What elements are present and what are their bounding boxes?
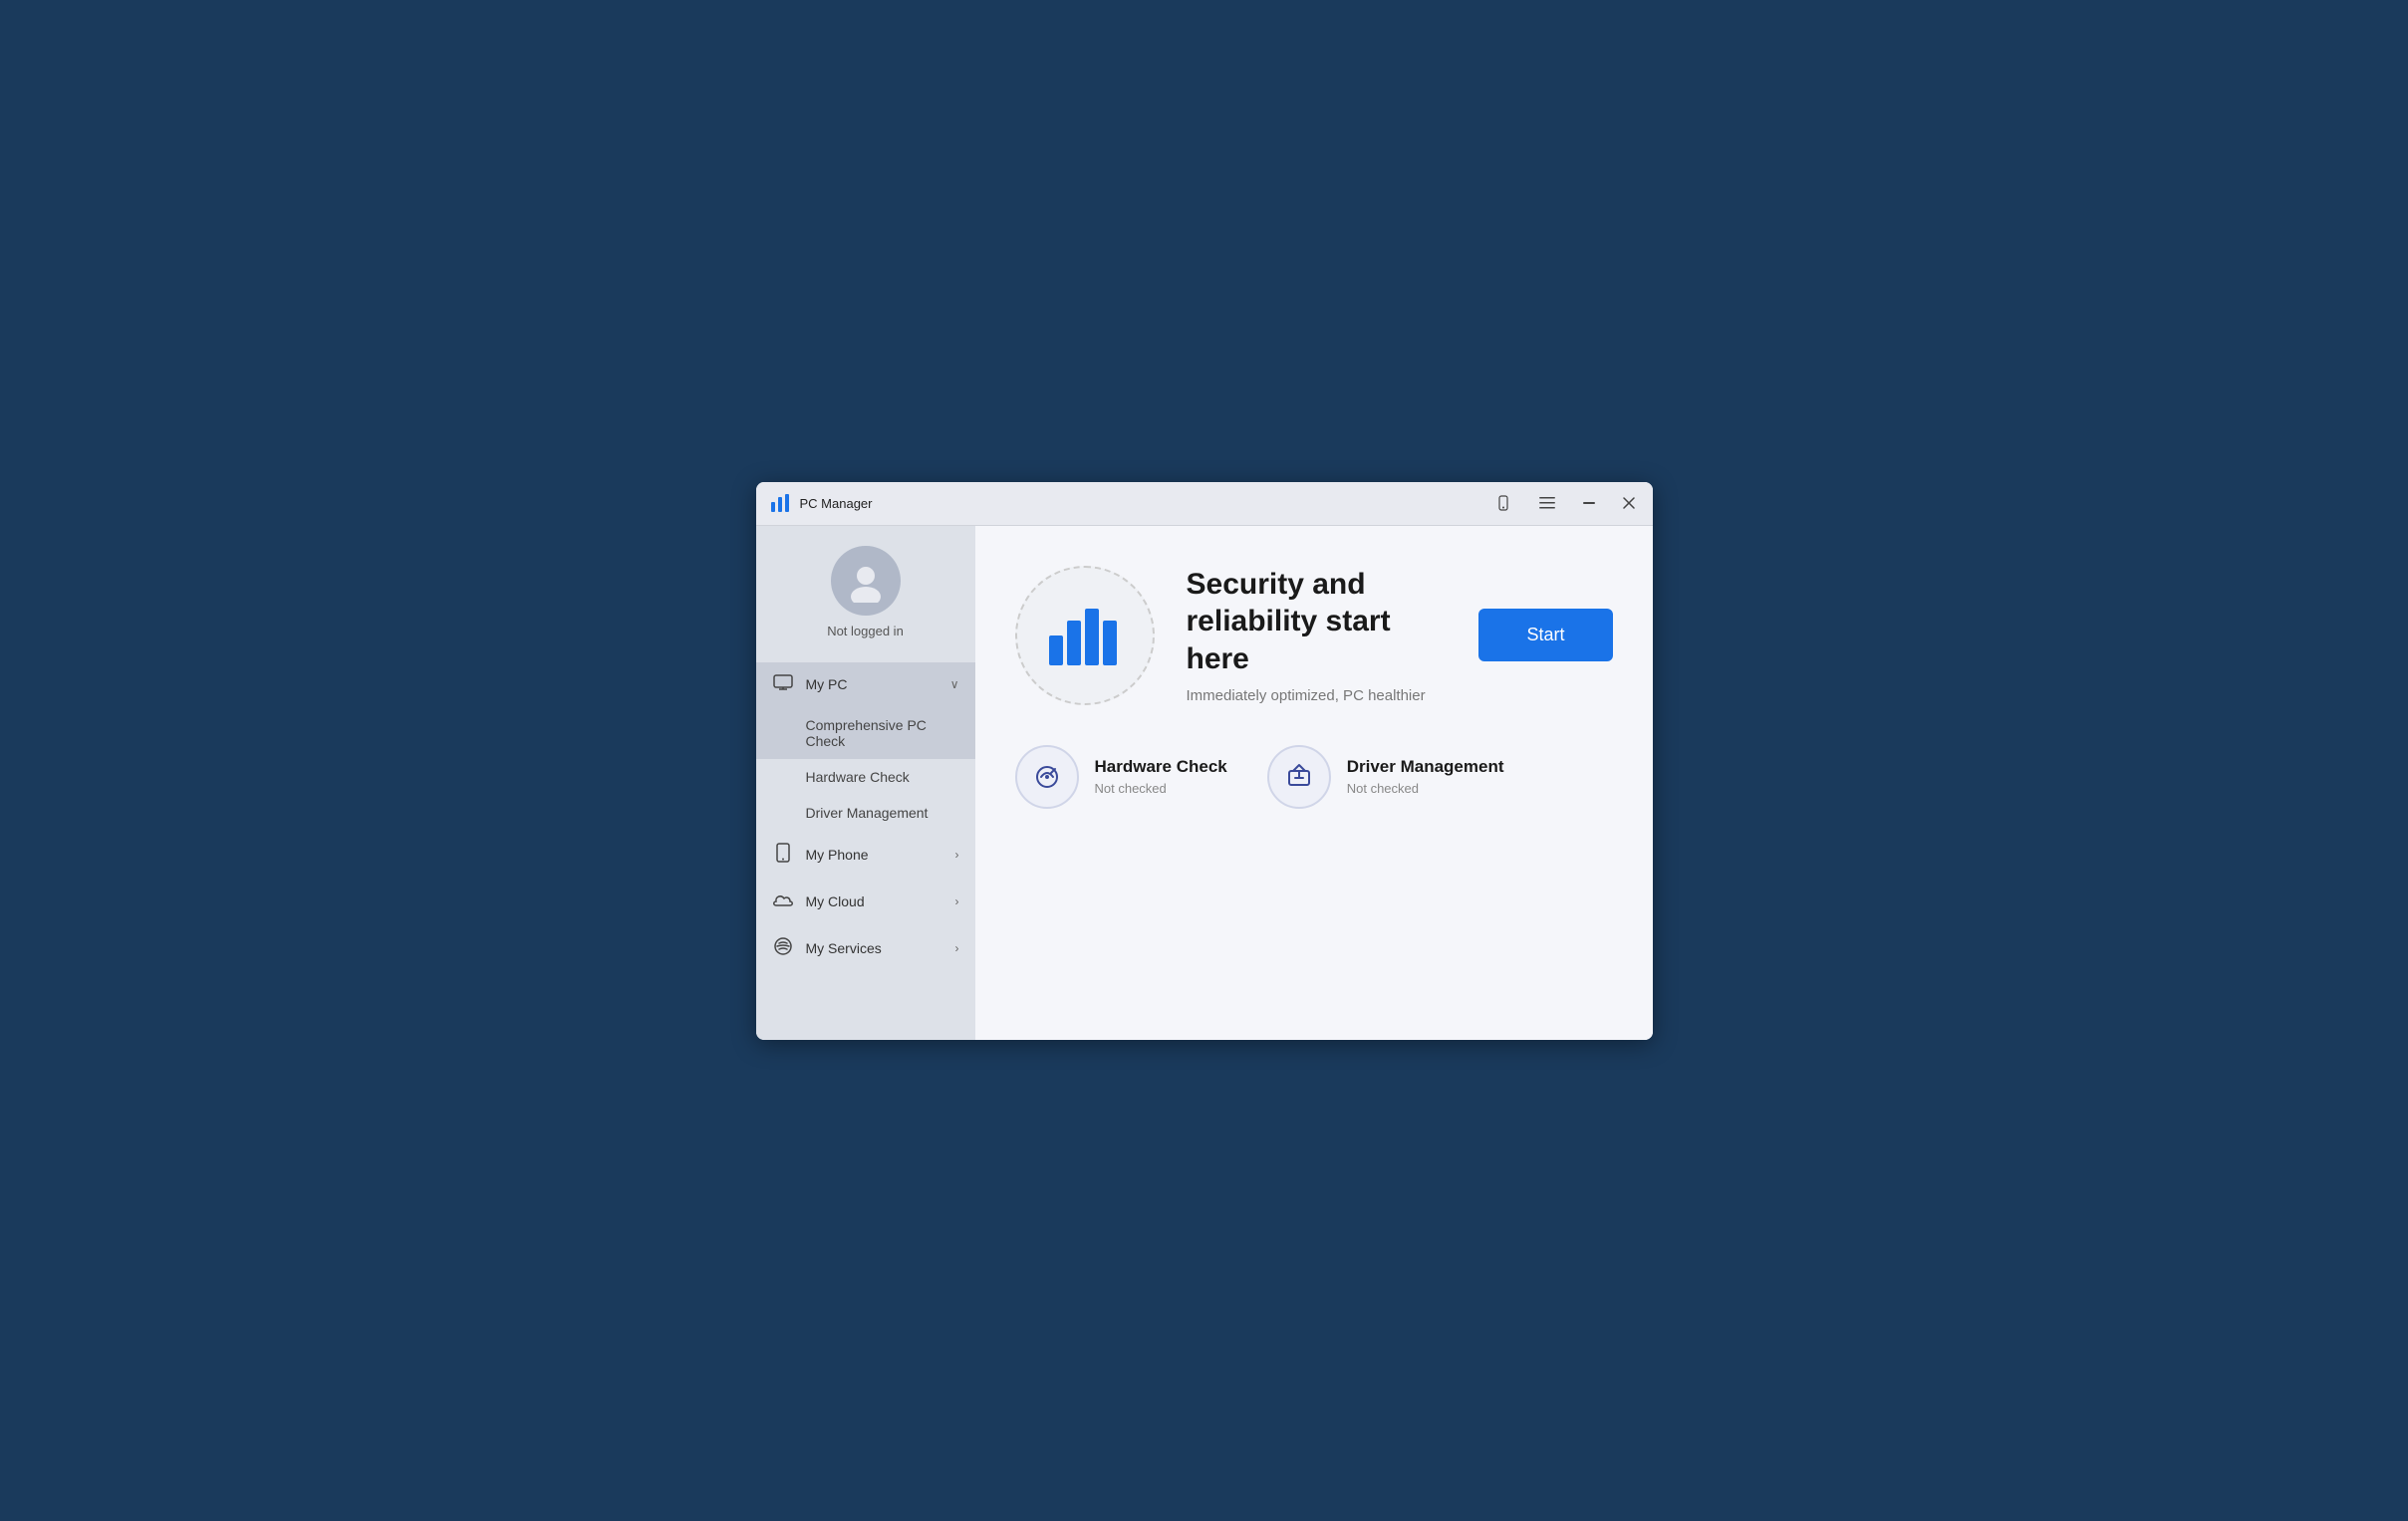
my-pc-icon bbox=[772, 674, 794, 695]
phone-button[interactable] bbox=[1489, 491, 1517, 515]
sidebar: Not logged in My PC ∨ bbox=[756, 526, 975, 1040]
avatar bbox=[831, 546, 901, 616]
hardware-check-info: Hardware Check Not checked bbox=[1095, 757, 1227, 796]
my-pc-subitems: Comprehensive PC Check Hardware Check Dr… bbox=[756, 707, 975, 831]
driver-management-icon-circle bbox=[1267, 745, 1331, 809]
sidebar-nav: My PC ∨ Comprehensive PC Check Hardware … bbox=[756, 662, 975, 1040]
profile-section: Not logged in bbox=[756, 546, 975, 638]
my-phone-chevron: › bbox=[955, 848, 959, 862]
hardware-check-title: Hardware Check bbox=[1095, 757, 1227, 777]
my-cloud-chevron: › bbox=[955, 894, 959, 908]
sidebar-item-my-services[interactable]: My Services › bbox=[756, 924, 975, 973]
cards-section: Hardware Check Not checked bbox=[1015, 745, 1613, 809]
sidebar-item-driver-management[interactable]: Driver Management bbox=[756, 795, 975, 831]
hero-text: Security and reliability start here Imme… bbox=[1187, 566, 1448, 705]
main-layout: Not logged in My PC ∨ bbox=[756, 526, 1653, 1040]
sidebar-item-label-my-services: My Services bbox=[806, 940, 943, 956]
hero-heading: Security and reliability start here bbox=[1187, 566, 1448, 678]
sidebar-item-my-cloud[interactable]: My Cloud › bbox=[756, 880, 975, 924]
app-window: PC Manager bbox=[756, 482, 1653, 1040]
sidebar-item-label-my-phone: My Phone bbox=[806, 847, 943, 863]
hero-subtext: Immediately optimized, PC healthier bbox=[1187, 687, 1448, 704]
window-controls bbox=[1489, 491, 1641, 515]
minimize-button[interactable] bbox=[1577, 498, 1601, 508]
driver-management-status: Not checked bbox=[1347, 781, 1504, 796]
hero-logo-circle bbox=[1015, 566, 1155, 705]
close-button[interactable] bbox=[1617, 493, 1641, 513]
sidebar-item-label-my-cloud: My Cloud bbox=[806, 893, 943, 909]
hardware-check-status: Not checked bbox=[1095, 781, 1227, 796]
sidebar-item-my-phone[interactable]: My Phone › bbox=[756, 831, 975, 880]
my-cloud-icon bbox=[772, 891, 794, 912]
hardware-check-card[interactable]: Hardware Check Not checked bbox=[1015, 745, 1227, 809]
driver-management-title: Driver Management bbox=[1347, 757, 1504, 777]
my-services-icon bbox=[772, 936, 794, 961]
app-logo-icon bbox=[768, 491, 792, 515]
my-pc-chevron: ∨ bbox=[950, 677, 959, 691]
app-title: PC Manager bbox=[800, 496, 873, 511]
titlebar: PC Manager bbox=[756, 482, 1653, 526]
sidebar-item-comprehensive[interactable]: Comprehensive PC Check bbox=[756, 707, 975, 759]
sidebar-item-hardware-check[interactable]: Hardware Check bbox=[756, 759, 975, 795]
sidebar-item-my-pc[interactable]: My PC ∨ bbox=[756, 662, 975, 707]
login-status: Not logged in bbox=[827, 624, 904, 638]
hero-section: Security and reliability start here Imme… bbox=[1015, 566, 1613, 705]
sidebar-item-label-my-pc: My PC bbox=[806, 676, 938, 692]
menu-button[interactable] bbox=[1533, 493, 1561, 513]
driver-management-card[interactable]: Driver Management Not checked bbox=[1267, 745, 1504, 809]
titlebar-logo: PC Manager bbox=[768, 491, 1489, 515]
hardware-check-icon-circle bbox=[1015, 745, 1079, 809]
start-button[interactable]: Start bbox=[1478, 609, 1612, 661]
main-content: Security and reliability start here Imme… bbox=[975, 526, 1653, 1040]
driver-management-info: Driver Management Not checked bbox=[1347, 757, 1504, 796]
my-phone-icon bbox=[772, 843, 794, 868]
my-services-chevron: › bbox=[955, 941, 959, 955]
